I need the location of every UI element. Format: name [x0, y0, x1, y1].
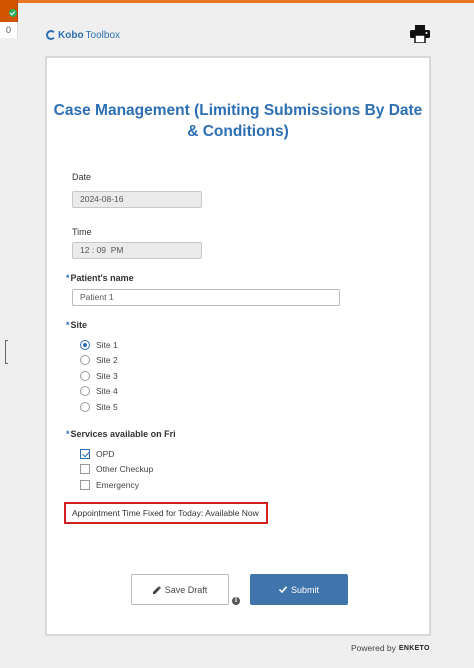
kobotoolbox-logo: Kobo Toolbox [46, 28, 120, 42]
service-option-label: Other Checkup [96, 464, 154, 474]
enketo-brand: ENKETO [398, 644, 430, 652]
service-option-other-checkup[interactable]: Other Checkup [80, 464, 153, 474]
extension-badge-icon[interactable] [0, 0, 18, 22]
required-mark: * [66, 320, 70, 330]
services-label-text: Services available on Fri [70, 429, 176, 439]
submit-label: Submit [290, 584, 319, 595]
info-icon[interactable]: i [232, 597, 240, 605]
appointment-note: Appointment Time Fixed for Today: Availa… [64, 502, 268, 524]
patient-name-label-text: Patient's name [70, 273, 134, 283]
checkbox[interactable] [80, 480, 90, 490]
kobo-logo-icon [46, 30, 56, 40]
site-label-text: Site [70, 320, 88, 330]
time-input[interactable]: 12 : 09 PM [72, 242, 202, 259]
save-draft-label: Save Draft [164, 584, 208, 595]
check-status-icon [9, 9, 17, 17]
form-title: Case Management (Limiting Submissions By… [53, 102, 423, 140]
radio-button[interactable] [80, 340, 90, 350]
service-option-emergency[interactable]: Emergency [80, 480, 139, 490]
service-option-label: OPD [96, 449, 115, 459]
site-option-3[interactable]: Site 3 [80, 371, 118, 381]
radio-button[interactable] [80, 402, 90, 412]
site-option-label: Site 1 [96, 340, 118, 350]
required-mark: * [66, 429, 70, 439]
print-button[interactable] [410, 25, 430, 44]
site-option-label: Site 3 [96, 371, 118, 381]
checkmark-icon [278, 586, 287, 593]
logo-secondary-text: Toolbox [85, 29, 121, 41]
service-option-opd[interactable]: OPD [80, 449, 114, 459]
top-accent-bar [0, 0, 474, 3]
site-option-5[interactable]: Site 5 [80, 402, 118, 412]
service-option-label: Emergency [96, 480, 139, 490]
required-mark: * [66, 273, 70, 283]
patient-name-input[interactable]: Patient 1 [72, 289, 340, 306]
site-option-label: Site 4 [96, 386, 118, 396]
site-option-2[interactable]: Site 2 [80, 355, 118, 365]
pencil-icon [152, 585, 161, 594]
site-label: *Site [66, 320, 87, 330]
site-option-label: Site 2 [96, 355, 118, 365]
date-input[interactable]: 2024-08-16 [72, 191, 202, 208]
submit-button[interactable]: Submit [250, 574, 348, 605]
radio-button[interactable] [80, 386, 90, 396]
printer-icon [410, 25, 430, 44]
powered-by-footer: Powered by ENKETO [351, 643, 430, 653]
form-card: Case Management (Limiting Submissions By… [45, 56, 431, 636]
checkbox[interactable] [80, 464, 90, 474]
services-label: *Services available on Fri [66, 429, 176, 439]
site-option-label: Site 5 [96, 402, 118, 412]
site-option-1[interactable]: Site 1 [80, 340, 118, 350]
radio-button[interactable] [80, 355, 90, 365]
date-label: Date [72, 172, 92, 182]
site-option-4[interactable]: Site 4 [80, 386, 118, 396]
time-label: Time [72, 227, 92, 237]
powered-by-text: Powered by [351, 643, 396, 653]
checkbox[interactable] [80, 449, 90, 459]
radio-button[interactable] [80, 371, 90, 381]
badge-count: 0 [0, 22, 18, 38]
patient-name-label: *Patient's name [66, 273, 134, 283]
scroll-marker [5, 340, 8, 364]
save-draft-button[interactable]: Save Draft [131, 574, 229, 605]
logo-primary-text: Kobo [58, 29, 84, 41]
